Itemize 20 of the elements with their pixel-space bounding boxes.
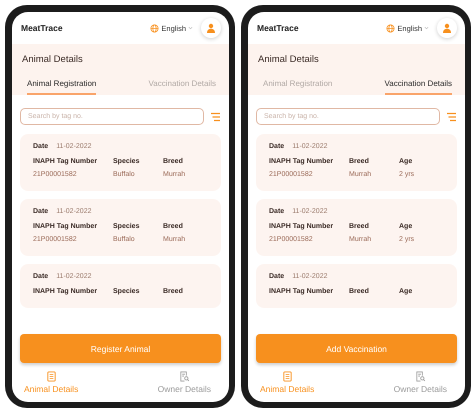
user-icon [206,23,216,33]
user-icon [442,23,452,33]
document-search-icon [178,371,190,382]
globe-icon [386,24,396,32]
tab[interactable]: Animal Registration [27,79,96,95]
caret-icon[interactable] [424,26,429,30]
page-title: Animal Details [22,54,84,65]
page-title: Animal Details [258,54,320,65]
profile-button[interactable] [201,18,221,38]
globe-icon [150,24,160,32]
filter-icon[interactable] [446,112,457,122]
app-name: MeatTrace [21,23,64,33]
app-name: MeatTrace [257,23,300,33]
document-search-icon [414,371,426,382]
list-icon [282,371,293,382]
filter-icon[interactable] [210,112,221,122]
tab[interactable]: Vaccination Details [384,79,452,95]
caret-icon[interactable] [188,26,193,30]
profile-button[interactable] [437,18,457,38]
list-icon [46,371,57,382]
